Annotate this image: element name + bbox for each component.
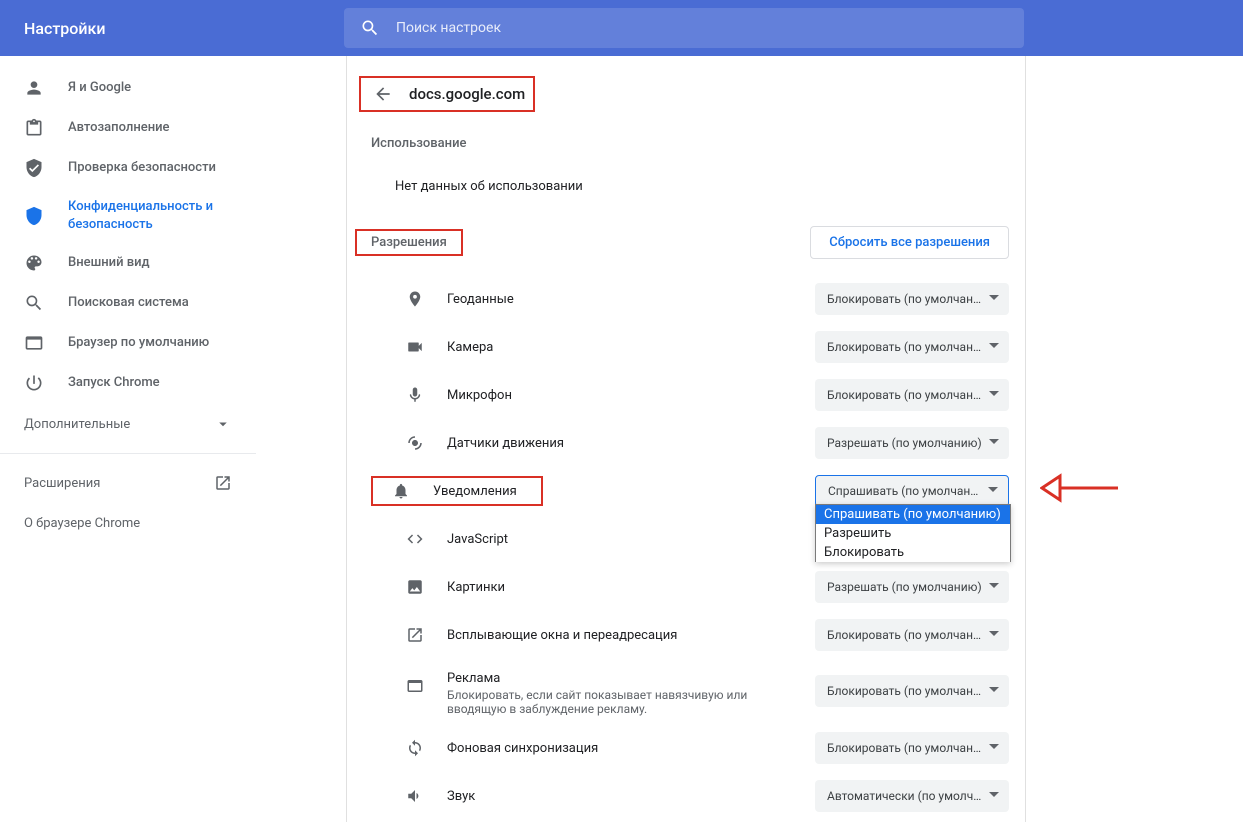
popup-icon [395, 626, 435, 644]
bell-icon [381, 482, 421, 500]
search-icon [360, 18, 380, 38]
sidebar-item-label: Автозаполнение [68, 119, 232, 137]
permission-row-images: Картинки Разрешать (по умолчанию) [347, 563, 1025, 611]
sensors-icon [395, 434, 435, 452]
person-icon [24, 78, 44, 98]
permission-select-images[interactable]: Разрешать (по умолчанию) [815, 571, 1009, 603]
usage-section-label: Использование [347, 132, 1025, 161]
permissions-section-label: Разрешения [371, 235, 447, 250]
dropdown-menu[interactable]: Спрашивать (по умолчанию) Разрешить Блок… [815, 504, 1011, 562]
sidebar-extensions-label: Расширения [24, 476, 100, 491]
browser-icon [24, 333, 44, 353]
sidebar-item-label: Поисковая система [68, 294, 232, 312]
sidebar-item-default-browser[interactable]: Браузер по умолчанию [0, 323, 256, 363]
permission-sublabel: Блокировать, если сайт показывает навязч… [447, 688, 777, 716]
permission-row-background-sync: Фоновая синхронизация Блокировать (по ум… [347, 724, 1025, 772]
open-in-new-icon [214, 474, 232, 492]
back-button[interactable] [365, 76, 401, 112]
shield-check-icon [24, 158, 44, 178]
permission-label: Всплывающие окна и переадресация [447, 628, 815, 643]
sidebar-about-chrome[interactable]: О браузере Chrome [0, 504, 256, 543]
permission-select-location[interactable]: Блокировать (по умолчанию) [815, 283, 1009, 315]
usage-empty-text: Нет данных об использовании [347, 161, 1025, 222]
permission-label: Реклама [447, 671, 815, 686]
chevron-down-icon [214, 415, 232, 433]
sidebar-item-label: Внешний вид [68, 254, 232, 272]
content-panel: docs.google.com Использование Нет данных… [346, 56, 1026, 822]
permission-label: Геоданные [447, 292, 815, 307]
permission-select-notifications[interactable]: Спрашивать (по умолчанию) [815, 475, 1009, 507]
sound-icon [395, 787, 435, 805]
ads-icon [395, 677, 435, 695]
clipboard-icon [24, 118, 44, 138]
annotation-arrow [1040, 468, 1120, 512]
sidebar-item-appearance[interactable]: Внешний вид [0, 243, 256, 283]
dropdown-option-allow[interactable]: Разрешить [816, 524, 1010, 543]
sidebar: Я и Google Автозаполнение Проверка безоп… [0, 56, 256, 822]
sidebar-item-search-engine[interactable]: Поисковая система [0, 283, 256, 323]
permission-label: Микрофон [447, 388, 815, 403]
site-header: docs.google.com [347, 56, 1025, 132]
permission-label: Картинки [447, 580, 815, 595]
sidebar-separator [0, 453, 256, 454]
sidebar-advanced-label: Дополнительные [24, 417, 130, 432]
sidebar-item-safety-check[interactable]: Проверка безопасности [0, 148, 256, 188]
reset-permissions-button[interactable]: Сбросить все разрешения [810, 226, 1009, 259]
power-icon [24, 373, 44, 393]
sidebar-item-label: Браузер по умолчанию [68, 334, 232, 352]
sidebar-item-label: Я и Google [68, 79, 232, 97]
permission-row-microphone: Микрофон Блокировать (по умолчанию) [347, 371, 1025, 419]
search-input[interactable] [396, 20, 1008, 36]
sidebar-item-label: Конфиденциальность и безопасность [68, 198, 232, 233]
sidebar-item-privacy-security[interactable]: Конфиденциальность и безопасность [0, 188, 256, 243]
dropdown-option-block[interactable]: Блокировать [816, 543, 1010, 562]
permission-select-motion-sensors[interactable]: Разрешать (по умолчанию) [815, 427, 1009, 459]
sidebar-item-on-startup[interactable]: Запуск Chrome [0, 363, 256, 403]
app-header: Настройки [0, 0, 1243, 56]
site-name: docs.google.com [409, 85, 525, 103]
permission-row-ads: Реклама Блокировать, если сайт показывае… [347, 659, 1025, 724]
camera-icon [395, 338, 435, 356]
sidebar-about-label: О браузере Chrome [24, 516, 140, 531]
permission-row-popups: Всплывающие окна и переадресация Блокиро… [347, 611, 1025, 659]
permission-label: Уведомления [433, 484, 517, 499]
permission-select-microphone[interactable]: Блокировать (по умолчанию) [815, 379, 1009, 411]
permission-row-motion-sensors: Датчики движения Разрешать (по умолчанию… [347, 419, 1025, 467]
permission-select-background-sync[interactable]: Блокировать (по умолчанию) [815, 732, 1009, 764]
dropdown-option-ask[interactable]: Спрашивать (по умолчанию) [816, 505, 1010, 524]
sidebar-advanced-toggle[interactable]: Дополнительные [0, 403, 256, 445]
sidebar-item-you-and-google[interactable]: Я и Google [0, 68, 256, 108]
sidebar-item-autofill[interactable]: Автозаполнение [0, 108, 256, 148]
sidebar-item-label: Запуск Chrome [68, 374, 232, 392]
permission-label: Фоновая синхронизация [447, 741, 815, 756]
header-title: Настройки [24, 19, 344, 38]
search-box[interactable] [344, 8, 1024, 48]
permission-row-sound: Звук Автоматически (по умолчанию) [347, 772, 1025, 820]
microphone-icon [395, 386, 435, 404]
permission-select-popups[interactable]: Блокировать (по умолчанию) [815, 619, 1009, 651]
permission-label: Звук [447, 789, 815, 804]
permission-select-sound[interactable]: Автоматически (по умолчанию) [815, 780, 1009, 812]
permission-row-camera: Камера Блокировать (по умолчанию) [347, 323, 1025, 371]
sync-icon [395, 739, 435, 757]
search-icon [24, 293, 44, 313]
location-icon [395, 290, 435, 308]
shield-icon [24, 206, 44, 226]
permission-row-location: Геоданные Блокировать (по умолчанию) [347, 275, 1025, 323]
image-icon [395, 578, 435, 596]
palette-icon [24, 253, 44, 273]
code-icon [395, 530, 435, 548]
arrow-left-icon [373, 84, 393, 104]
sidebar-extensions[interactable]: Расширения [0, 462, 256, 504]
permission-label: Камера [447, 340, 815, 355]
permission-select-camera[interactable]: Блокировать (по умолчанию) [815, 331, 1009, 363]
permission-label: Датчики движения [447, 436, 815, 451]
sidebar-item-label: Проверка безопасности [68, 159, 232, 177]
permission-select-ads[interactable]: Блокировать (по умолчанию) [815, 675, 1009, 707]
